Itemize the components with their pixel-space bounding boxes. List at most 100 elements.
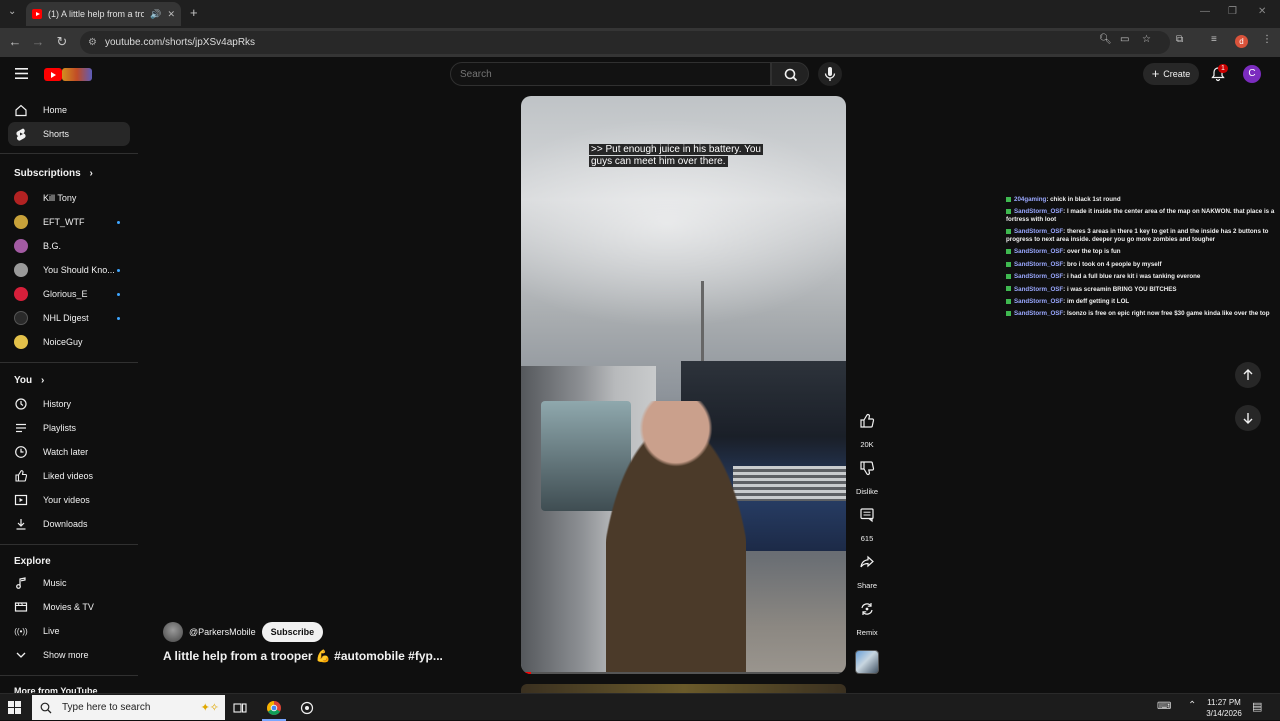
chat-username: 204gaming	[1014, 196, 1047, 203]
app-taskbar-button[interactable]	[297, 698, 317, 718]
url-field[interactable]: ⚙ youtube.com/shorts/jpXSv4apRks	[80, 31, 1170, 54]
create-button[interactable]: + Create	[1143, 63, 1199, 85]
previous-short-button[interactable]	[1235, 362, 1261, 388]
chat-badge-icon	[1006, 249, 1011, 255]
like-button[interactable]	[852, 406, 882, 436]
remix-button[interactable]	[852, 594, 882, 624]
sidebar-item-subscription[interactable]: NoiceGuy	[8, 330, 130, 354]
chat-username: SandStorm_OSF	[1014, 310, 1064, 318]
media-controls-icon[interactable]: ≡	[1211, 34, 1217, 45]
new-tab-icon[interactable]: +	[190, 5, 198, 20]
sidebar-item-subscription[interactable]: EFT_WTF	[8, 210, 130, 234]
sidebar-item-movies-tv[interactable]: Movies & TV	[8, 595, 130, 619]
like-action[interactable]: 20K	[852, 406, 882, 449]
remix-icon	[861, 603, 873, 615]
forward-icon[interactable]: →	[30, 34, 46, 50]
sidebar-item-your-videos[interactable]: Your videos	[8, 488, 130, 512]
youtube-logo[interactable]	[44, 68, 92, 82]
browser-profile-avatar[interactable]: d	[1235, 35, 1248, 48]
browser-tab[interactable]: (1) A little help from a trooper 🔊 ✕	[26, 2, 181, 26]
sidebar-item-music[interactable]: Music	[8, 571, 130, 595]
channel-avatar[interactable]	[163, 622, 183, 642]
subscriptions-heading[interactable]: Subscriptions ›	[14, 168, 93, 179]
sidebar-item-home[interactable]: Home	[8, 98, 130, 122]
sidebar-item-label: Shorts	[43, 129, 70, 139]
sound-thumbnail[interactable]	[855, 650, 879, 674]
subscribe-button[interactable]: Subscribe	[261, 622, 324, 642]
tab-close-icon[interactable]: ✕	[167, 9, 175, 20]
video-progress-bar[interactable]	[521, 672, 846, 674]
reload-icon[interactable]: ↻	[54, 34, 70, 50]
sidebar-item-label: Live	[43, 626, 60, 636]
tab-search-chevron-icon[interactable]: ⌄	[8, 6, 16, 17]
sidebar-item-show-more[interactable]: Show more	[8, 643, 130, 667]
chat-message: SandStorm_OSF: i had a full blue rare ki…	[1006, 273, 1278, 281]
chat-badge-icon	[1006, 261, 1011, 267]
back-icon[interactable]: ←	[7, 34, 23, 50]
sidebar-item-downloads[interactable]: Downloads	[8, 512, 130, 536]
extensions-icon[interactable]: ⧉	[1176, 34, 1183, 45]
voice-search-button[interactable]	[818, 62, 842, 86]
video-caption: >> Put enough juice in his battery. You …	[589, 144, 775, 168]
sidebar-item-playlists[interactable]: Playlists	[8, 416, 130, 440]
search-button[interactable]	[771, 62, 809, 86]
sidebar-item-label: History	[43, 399, 72, 409]
windows-start-icon[interactable]	[8, 701, 21, 714]
sidebar-item-label: Liked videos	[43, 471, 94, 481]
dislike-action[interactable]: Dislike	[852, 453, 882, 496]
channel-avatar	[14, 215, 28, 229]
notification-center-icon[interactable]: ▤	[1252, 700, 1262, 713]
share-button[interactable]	[852, 547, 882, 577]
maximize-icon[interactable]: ❐	[1228, 6, 1237, 17]
bookmark-star-icon[interactable]: ☆	[1142, 34, 1151, 45]
url-text: youtube.com/shorts/jpXSv4apRks	[104, 37, 256, 48]
sidebar-item-watch-later[interactable]: Watch later	[8, 440, 130, 464]
sidebar-item-live[interactable]: ((•)) Live	[8, 619, 130, 643]
watch-later-icon	[14, 445, 28, 459]
account-avatar[interactable]: C	[1243, 65, 1261, 83]
share-action[interactable]: Share	[852, 547, 882, 590]
sidebar-item-label: Movies & TV	[43, 602, 94, 612]
next-short-button[interactable]	[1235, 405, 1261, 431]
notification-count-badge: 1	[1218, 64, 1228, 73]
sidebar-item-history[interactable]: History	[8, 392, 130, 416]
taskbar-search-box[interactable]: Type here to search ✦✧	[32, 695, 225, 720]
sidebar-item-subscription[interactable]: B.G.	[8, 234, 130, 258]
more-from-youtube-heading: More from YouTube	[14, 686, 98, 693]
cast-icon[interactable]: ▭	[1120, 34, 1129, 45]
guide-menu-icon[interactable]	[15, 68, 28, 79]
chat-text: : over the top is fun	[1063, 248, 1121, 256]
sidebar-item-subscription[interactable]: Glorious_E	[8, 282, 130, 306]
remix-action[interactable]: Remix	[852, 594, 882, 637]
search-input[interactable]	[450, 62, 771, 86]
sidebar-item-label: Watch later	[43, 447, 89, 457]
site-info-icon[interactable]: ⚙	[88, 37, 97, 48]
task-view-button[interactable]	[230, 698, 250, 718]
new-content-dot	[117, 269, 120, 272]
taskbar-clock[interactable]: 11:27 PM 3/14/2026	[1200, 697, 1248, 719]
sidebar-item-liked-videos[interactable]: Liked videos	[8, 464, 130, 488]
sidebar-item-label: Music	[43, 578, 67, 588]
create-label: Create	[1163, 69, 1191, 79]
short-title[interactable]: A little help from a trooper 💪 #automobi…	[163, 649, 443, 663]
sidebar-item-subscription[interactable]: NHL Digest	[8, 306, 130, 330]
comments-action[interactable]: 615	[852, 500, 882, 543]
chat-message: SandStorm_OSF: im deff getting it LOL	[1006, 298, 1278, 306]
comments-button[interactable]	[852, 500, 882, 530]
channel-handle[interactable]: @ParkersMobile	[189, 627, 256, 637]
chrome-taskbar-button[interactable]	[264, 698, 284, 718]
chat-badge-icon	[1006, 286, 1011, 292]
tray-chevron-icon[interactable]: ⌃	[1188, 700, 1196, 711]
zoom-icon[interactable]: 🔍︎	[1099, 34, 1112, 45]
shorts-video-player[interactable]: >> Put enough juice in his battery. You …	[521, 96, 846, 674]
minimize-icon[interactable]: —	[1200, 6, 1210, 17]
you-heading[interactable]: You ›	[14, 375, 44, 386]
keyboard-icon[interactable]: ⌨	[1157, 701, 1171, 712]
browser-menu-icon[interactable]: ⋮	[1262, 34, 1272, 45]
sidebar-item-subscription[interactable]: Kill Tony	[8, 186, 130, 210]
window-close-icon[interactable]: ✕	[1258, 6, 1266, 17]
speaker-icon[interactable]: 🔊	[150, 9, 161, 20]
sidebar-item-subscription[interactable]: You Should Kno...	[8, 258, 130, 282]
sidebar-item-shorts[interactable]: Shorts	[8, 122, 130, 146]
dislike-button[interactable]	[852, 453, 882, 483]
